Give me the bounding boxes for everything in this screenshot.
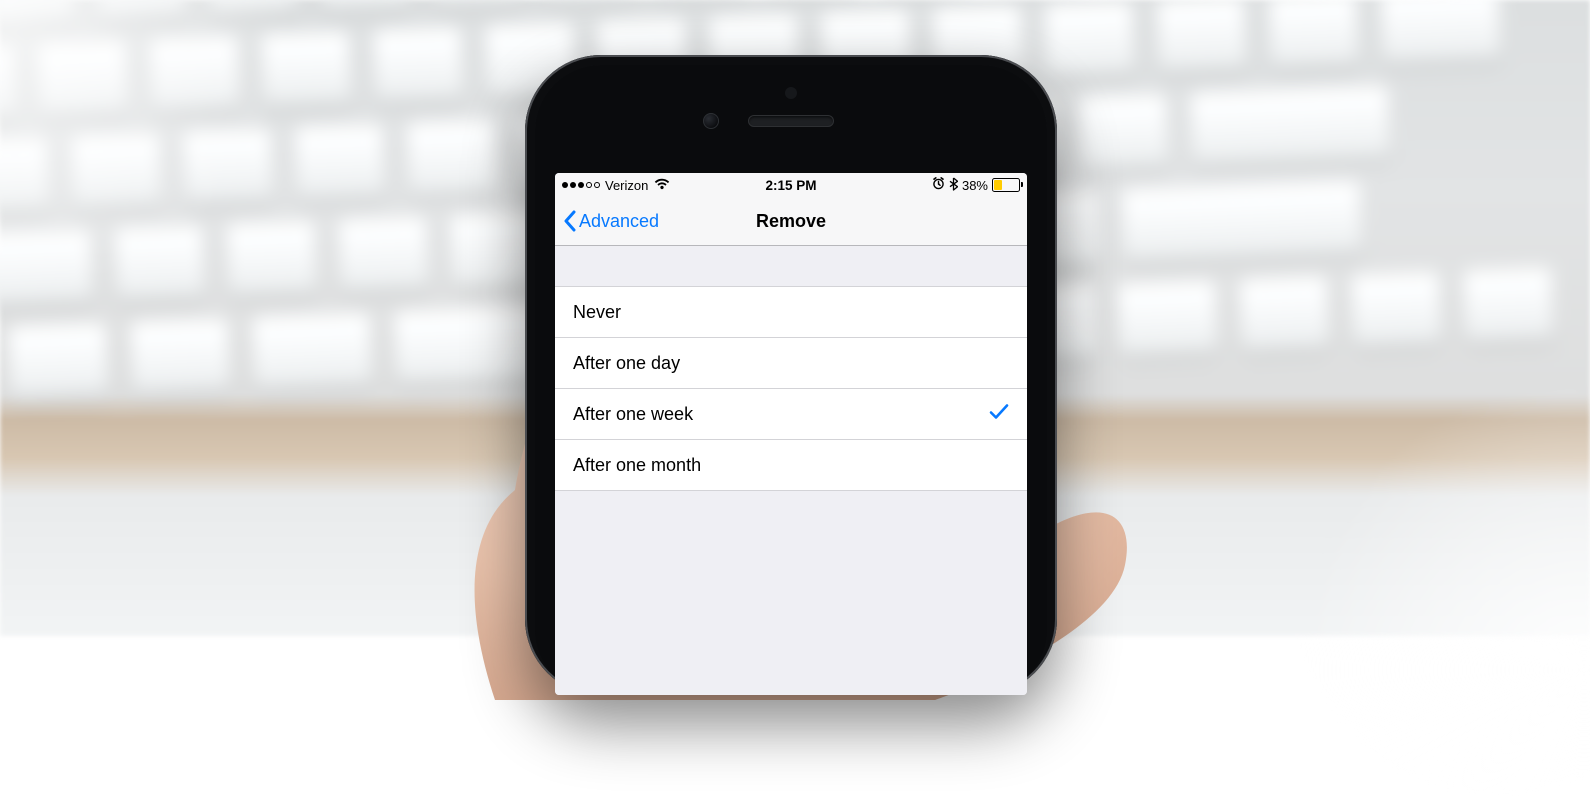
battery-icon (992, 178, 1020, 192)
option-after-one-week[interactable]: After one week (555, 389, 1027, 440)
front-camera (703, 113, 719, 129)
option-never[interactable]: Never (555, 287, 1027, 338)
option-label: After one day (573, 353, 680, 374)
back-label: Advanced (579, 211, 659, 232)
status-time: 2:15 PM (555, 178, 1027, 193)
battery-fill (994, 180, 1002, 190)
phone-screen: Verizon 2:15 PM 38% (555, 173, 1027, 695)
proximity-sensor (785, 87, 797, 99)
chevron-left-icon (563, 210, 577, 232)
status-bar: Verizon 2:15 PM 38% (555, 173, 1027, 197)
section-gap (555, 246, 1027, 287)
checkmark-icon (989, 403, 1009, 426)
option-label: After one month (573, 455, 701, 476)
option-label: Never (573, 302, 621, 323)
navigation-bar: Advanced Remove (555, 197, 1027, 246)
option-after-one-month[interactable]: After one month (555, 440, 1027, 491)
option-label: After one week (573, 404, 693, 425)
earpiece-speaker (748, 115, 834, 127)
back-button[interactable]: Advanced (563, 210, 659, 232)
iphone-device: Verizon 2:15 PM 38% (525, 55, 1057, 695)
options-list: Never After one day After one week After… (555, 287, 1027, 491)
option-after-one-day[interactable]: After one day (555, 338, 1027, 389)
content-background (555, 491, 1027, 695)
